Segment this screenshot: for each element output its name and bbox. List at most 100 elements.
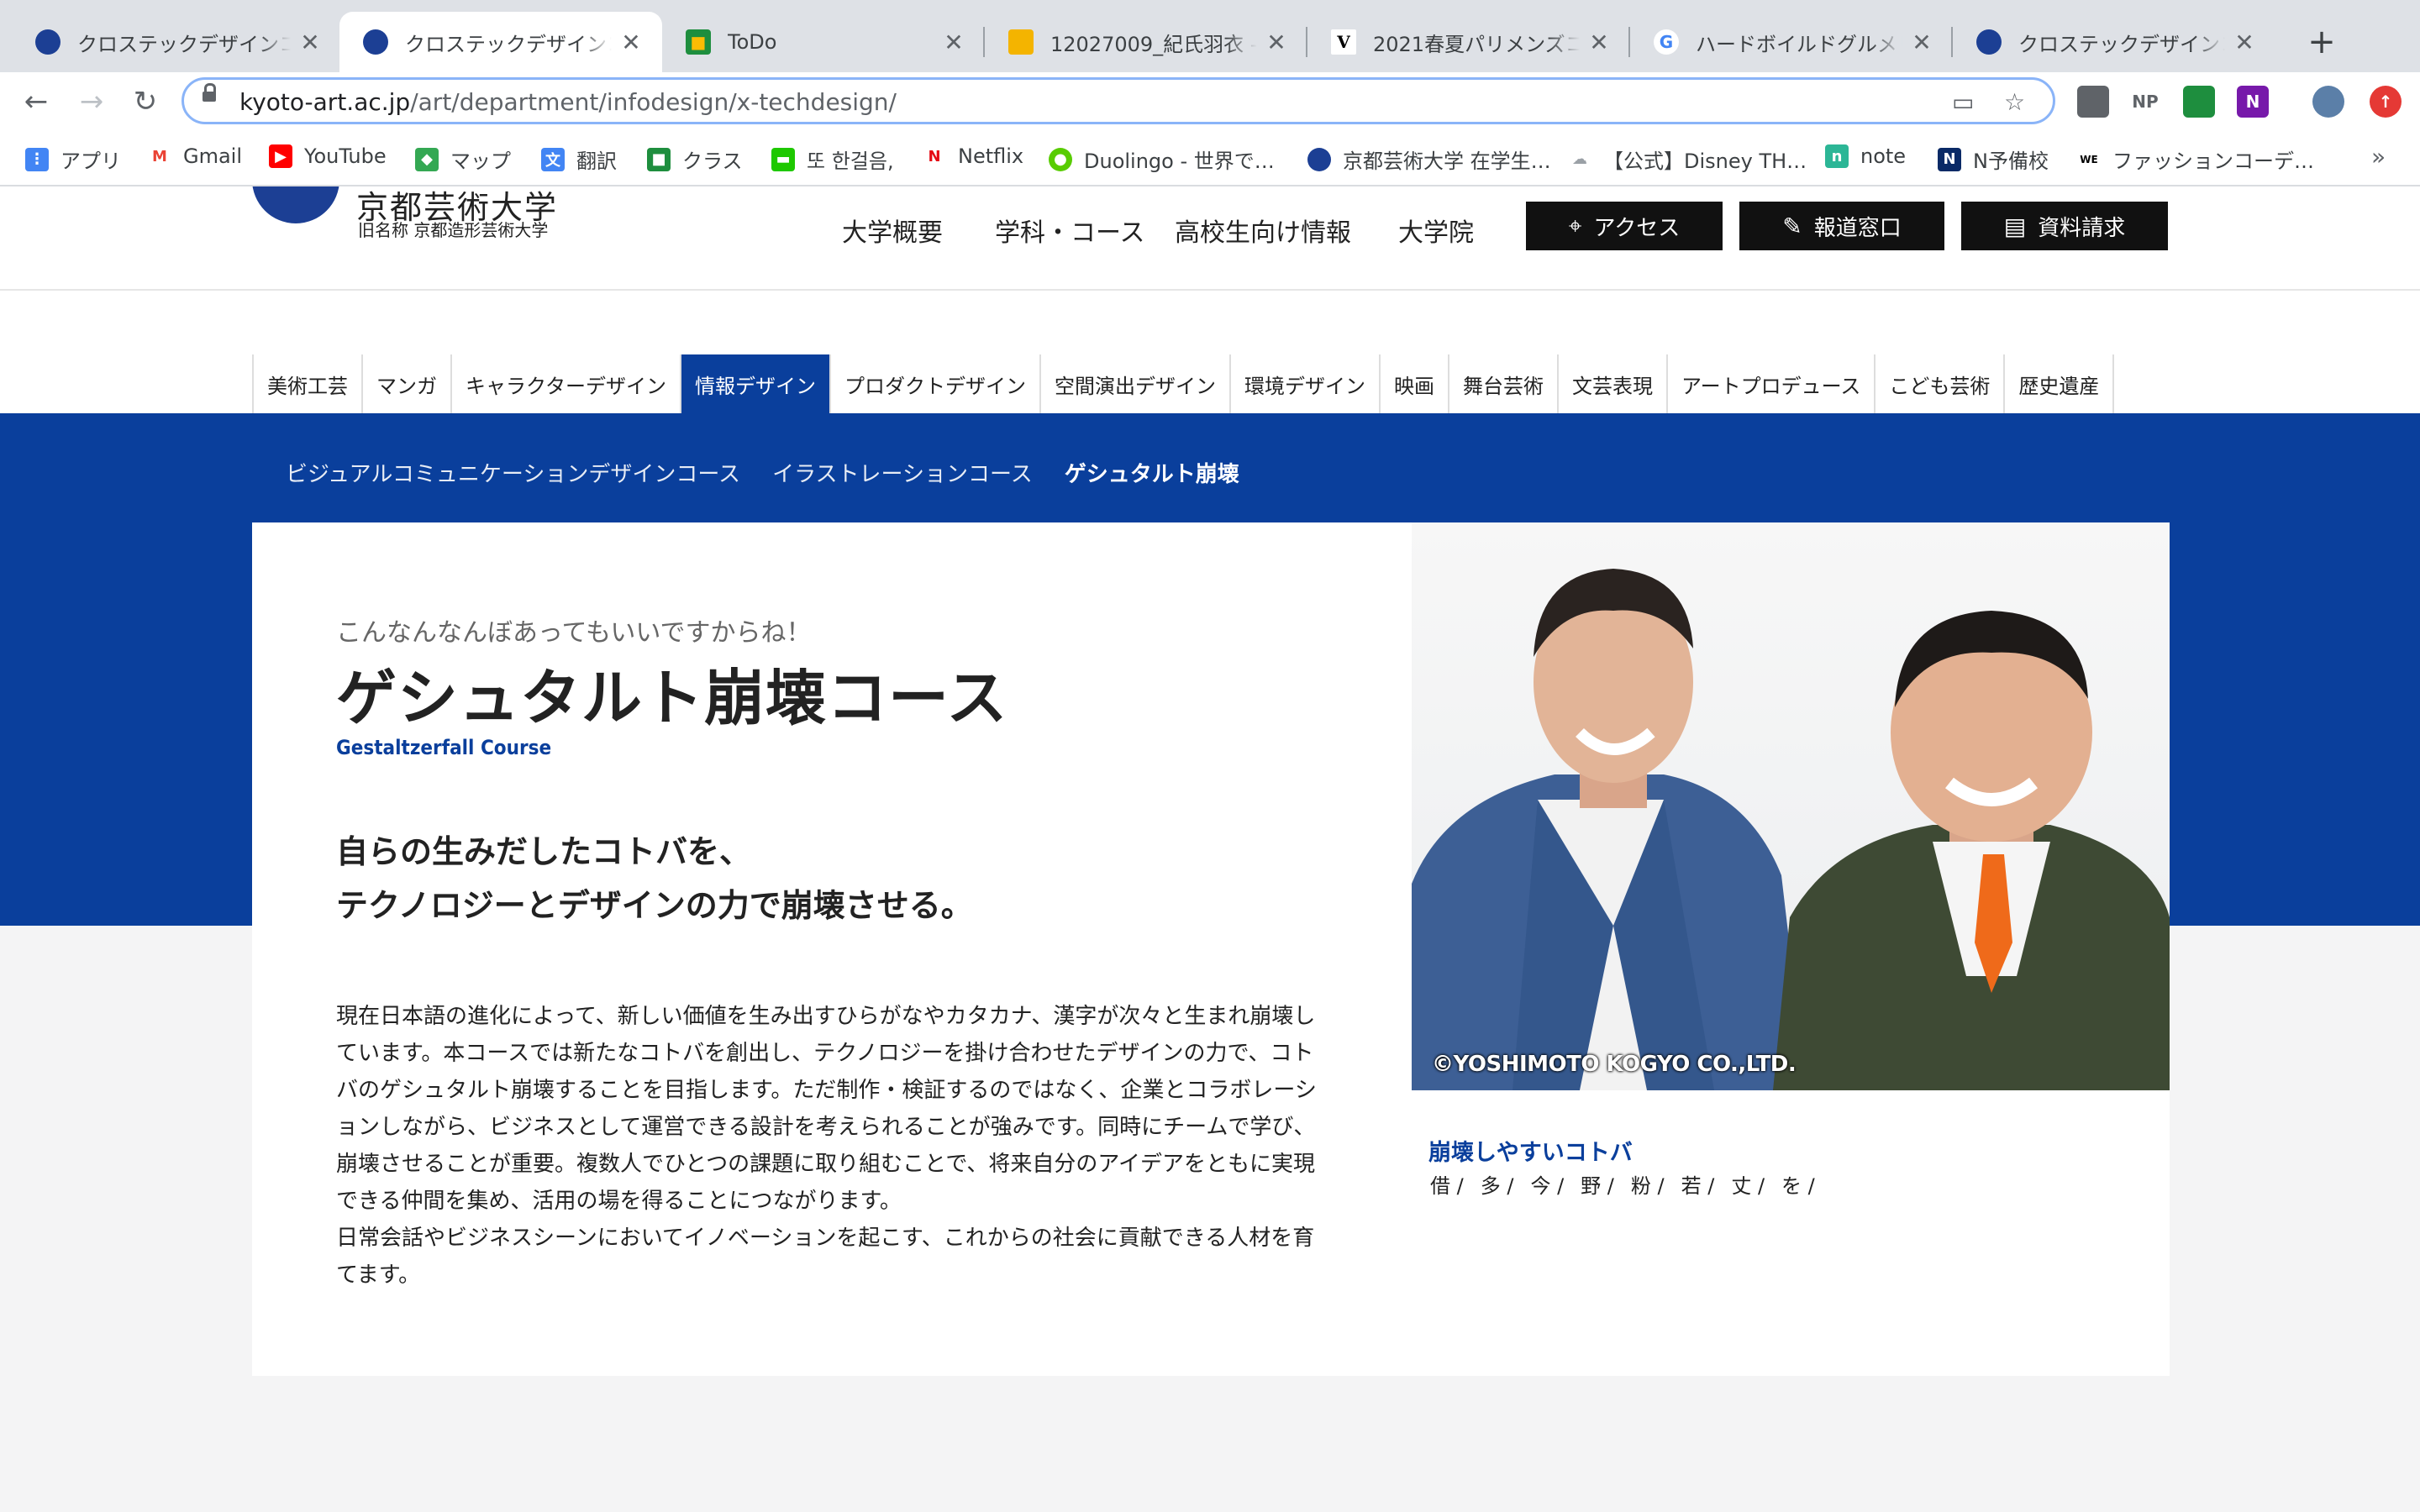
course-link-illustration[interactable]: イラストレーションコース bbox=[772, 457, 1033, 488]
brochure-button[interactable]: ▤ 資料請求 bbox=[1961, 202, 2168, 250]
bookmark-gmail[interactable]: M Gmail bbox=[148, 144, 242, 168]
tab-title: クロステックデザインコ bbox=[405, 32, 612, 56]
n-yobiko-icon: N bbox=[1938, 147, 1961, 171]
youtube-icon: ▶ bbox=[269, 144, 292, 168]
character-item: 野 / bbox=[1581, 1174, 1614, 1198]
duolingo-icon: ● bbox=[1049, 147, 1072, 171]
gnav-highschool[interactable]: 高校生向け情報 bbox=[1175, 212, 1351, 249]
character-item: 今 / bbox=[1530, 1174, 1565, 1198]
comedians-photo bbox=[1412, 569, 2170, 1090]
bookmark-classroom[interactable]: ■ クラス bbox=[647, 144, 743, 174]
chevron-double-right-icon[interactable]: » bbox=[2371, 143, 2386, 171]
chat-icon: ▬ bbox=[771, 147, 795, 171]
lead-line: 自らの生みだしたコトバを、 bbox=[336, 833, 752, 870]
cast-icon[interactable]: ▭ bbox=[1952, 88, 1974, 116]
profile-avatar[interactable] bbox=[2312, 86, 2344, 118]
bookmark-line[interactable]: ▬ 또 한걸음, bbox=[771, 144, 894, 174]
close-icon[interactable]: ✕ bbox=[941, 29, 966, 56]
close-icon[interactable]: ✕ bbox=[2232, 29, 2257, 56]
tab-character-design[interactable]: キャラクターデザイン bbox=[452, 354, 682, 413]
course-photo: ©YOSHIMOTO KOGYO CO.,LTD. bbox=[1412, 522, 2170, 1090]
course-card: こんなんなんぼあってもいいですからね！ ゲシュタルト崩壊コース Gestaltz… bbox=[252, 522, 2170, 1376]
note-icon: n bbox=[1825, 144, 1849, 168]
microphone-icon: ✎ bbox=[1782, 212, 1802, 240]
browser-tab[interactable]: クロステックデザインコ ✕ bbox=[1953, 12, 2275, 72]
update-icon[interactable]: ↑ bbox=[2370, 86, 2402, 118]
browser-tab[interactable]: 12027009_紀氏羽衣 - 7 ✕ bbox=[985, 12, 1307, 72]
vogue-icon: V bbox=[1331, 29, 1356, 55]
close-icon[interactable]: ✕ bbox=[297, 29, 323, 56]
course-link-gestalt[interactable]: ゲシュタルト崩壊 bbox=[1065, 457, 1239, 488]
bookmark-apps[interactable]: ⋮ アプリ bbox=[25, 144, 121, 174]
browser-tab[interactable]: V 2021春夏パリメンズコレ ✕ bbox=[1307, 12, 1630, 72]
page-title: ゲシュタルト崩壊コース bbox=[336, 663, 1008, 733]
close-icon[interactable]: ✕ bbox=[1909, 29, 1934, 56]
onenote-icon[interactable]: N bbox=[2237, 86, 2269, 118]
side-heading: 崩壊しやすいコトバ bbox=[1428, 1140, 1633, 1166]
gnav-departments[interactable]: 学科・コース bbox=[995, 212, 1145, 249]
browser-tab-active[interactable]: クロステックデザインコ ✕ bbox=[339, 12, 662, 72]
tab-childrens-art[interactable]: こども芸術 bbox=[1876, 354, 2006, 413]
classroom-extension-icon[interactable] bbox=[2183, 86, 2215, 118]
tab-title: クロステックデザインコ bbox=[77, 32, 291, 56]
bookmark-netflix[interactable]: N Netflix bbox=[923, 144, 1023, 168]
close-icon[interactable]: ✕ bbox=[618, 29, 644, 56]
forward-arrow-icon[interactable]: → bbox=[71, 81, 113, 123]
bookmark-label: 翻訳 bbox=[576, 150, 617, 173]
gnav-about[interactable]: 大学概要 bbox=[842, 212, 943, 249]
tab-spatial-design[interactable]: 空間演出デザイン bbox=[1041, 354, 1232, 413]
university-logo-icon[interactable] bbox=[252, 186, 339, 223]
bookmark-wear[interactable]: WE ファッションコーデ… bbox=[2077, 144, 2314, 174]
back-arrow-icon[interactable]: ← bbox=[15, 81, 57, 123]
tab-film[interactable]: 映画 bbox=[1381, 354, 1450, 413]
reload-icon[interactable]: ↻ bbox=[124, 81, 166, 123]
new-tab-button[interactable]: + bbox=[2298, 18, 2345, 66]
extension-np-icon[interactable]: NP bbox=[2129, 86, 2161, 118]
address-bar[interactable]: kyoto-art.ac.jp/art/department/infodesig… bbox=[182, 77, 2055, 124]
character-item: を / bbox=[1781, 1174, 1815, 1198]
character-item: 多 / bbox=[1480, 1174, 1514, 1198]
tab-information-design[interactable]: 情報デザイン bbox=[681, 354, 832, 413]
tab-art-produce[interactable]: アートプロデュース bbox=[1668, 354, 1876, 413]
browser-toolbar: ← → ↻ kyoto-art.ac.jp/art/department/inf… bbox=[0, 72, 2420, 131]
bookmark-maps[interactable]: ◆ マップ bbox=[415, 144, 511, 174]
web-page: 京都芸術大学 旧名称 京都造形芸術大学 大学概要 学科・コース 高校生向け情報 … bbox=[0, 186, 2420, 1512]
access-button[interactable]: ⌖ アクセス bbox=[1526, 202, 1723, 250]
browser-tab[interactable]: ■ ToDo ✕ bbox=[662, 12, 985, 72]
tab-literary-arts[interactable]: 文芸表現 bbox=[1559, 354, 1669, 413]
tab-manga[interactable]: マンガ bbox=[363, 354, 452, 413]
tab-fine-arts[interactable]: 美術工芸 bbox=[254, 354, 363, 413]
press-button[interactable]: ✎ 報道窓口 bbox=[1739, 202, 1944, 250]
bookmark-kyoto[interactable]: 京都芸術大学 在学生… bbox=[1307, 144, 1551, 174]
browser-tab[interactable]: G ハードボイルドグルメリ ✕ bbox=[1630, 12, 1953, 72]
wear-icon: WE bbox=[2077, 147, 2101, 171]
google-icon: G bbox=[1654, 29, 1679, 55]
button-label: 資料請求 bbox=[2038, 215, 2126, 241]
bookmark-label: ファッションコーデ… bbox=[2112, 150, 2314, 173]
close-icon[interactable]: ✕ bbox=[1264, 29, 1289, 56]
tab-product-design[interactable]: プロダクトデザイン bbox=[831, 354, 1042, 413]
bookmark-note[interactable]: n note bbox=[1825, 144, 1906, 168]
kyoto-logo-icon bbox=[35, 29, 60, 55]
department-tabs: 美術工芸 マンガ キャラクターデザイン 情報デザイン プロダクトデザイン 空間演… bbox=[252, 354, 2115, 413]
browser-tab[interactable]: クロステックデザインコ ✕ bbox=[12, 12, 341, 72]
tab-environmental-design[interactable]: 環境デザイン bbox=[1231, 354, 1381, 413]
course-description: 現在日本語の進化によって、新しい価値を生み出すひらがなやカタカナ、漢字が次々と生… bbox=[336, 998, 1332, 1294]
bookmark-n-yobiko[interactable]: N N予備校 bbox=[1938, 144, 2049, 174]
character-item: 若 / bbox=[1681, 1174, 1715, 1198]
course-link-visual-communication[interactable]: ビジュアルコミュニケーションデザインコース bbox=[286, 457, 740, 488]
gnav-graduate[interactable]: 大学院 bbox=[1398, 212, 1474, 249]
slides-icon bbox=[1008, 29, 1034, 55]
tab-performing-arts[interactable]: 舞台芸術 bbox=[1449, 354, 1560, 413]
bookmark-duolingo[interactable]: ● Duolingo - 世界で… bbox=[1049, 144, 1275, 174]
url-host: kyoto-art.ac.jp bbox=[239, 88, 411, 116]
tab-historical-heritage[interactable]: 歴史遺産 bbox=[2005, 354, 2115, 413]
bookmark-youtube[interactable]: ▶ YouTube bbox=[269, 144, 387, 168]
bookmark-disney[interactable]: ☁ 【公式】Disney TH… bbox=[1568, 144, 1807, 174]
bookmark-label: 【公式】Disney TH… bbox=[1603, 150, 1807, 173]
extension-shield-icon[interactable] bbox=[2077, 86, 2109, 118]
bookmark-star-icon[interactable]: ☆ bbox=[2004, 88, 2025, 116]
bookmark-translate[interactable]: 文翻訳 bbox=[541, 144, 617, 174]
description-paragraph: 現在日本語の進化によって、新しい価値を生み出すひらがなやカタカナ、漢字が次々と生… bbox=[336, 1004, 1317, 1214]
close-icon[interactable]: ✕ bbox=[1586, 29, 1612, 56]
